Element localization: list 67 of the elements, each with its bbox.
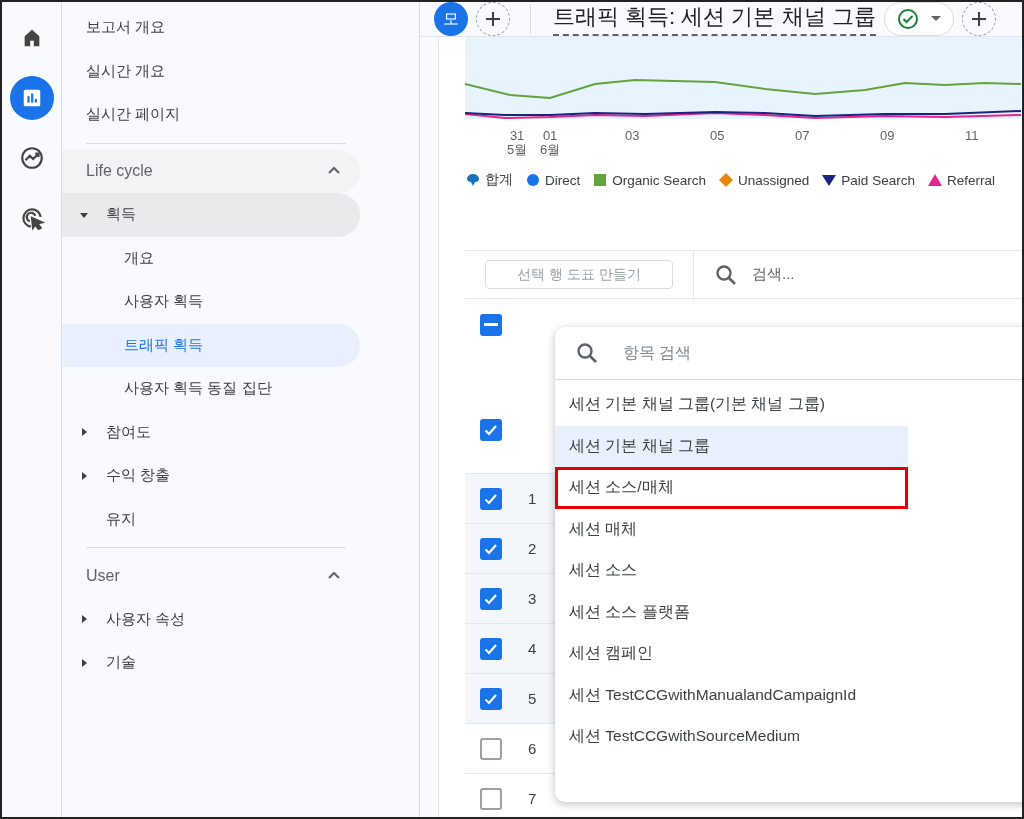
row-number: 7: [528, 790, 537, 807]
axis-tick-label: 05: [710, 129, 725, 143]
row-number: 4: [528, 640, 537, 657]
search-icon: [714, 262, 738, 287]
checkbox[interactable]: [480, 587, 502, 610]
nav-item[interactable]: 사용자 획득: [62, 280, 360, 324]
menu-item[interactable]: 세션 기본 채널 그룹: [555, 425, 908, 467]
nav-item[interactable]: 참여도: [62, 410, 360, 454]
nav-item[interactable]: 기술: [62, 641, 360, 685]
legend-label: 합계: [485, 171, 513, 189]
menu-item[interactable]: 세션 캠페인: [555, 633, 908, 675]
menu-item[interactable]: 세션 소스/매체: [555, 467, 908, 509]
section-header[interactable]: User: [62, 554, 360, 598]
section-header[interactable]: Life cycle: [62, 149, 360, 193]
nav-item[interactable]: 유지: [62, 497, 360, 541]
menu-item[interactable]: 세션 매체: [555, 508, 908, 550]
nav-item[interactable]: 실시간 페이지: [62, 93, 360, 137]
reports-icon[interactable]: [9, 76, 54, 120]
search-field[interactable]: 항목 검색: [621, 343, 921, 363]
plus-icon: [969, 10, 988, 28]
search-icon: [575, 341, 599, 365]
nav-item[interactable]: 획득: [62, 193, 360, 237]
nav-item[interactable]: 실시간 개요: [62, 49, 360, 93]
legend-label: Direct: [545, 172, 581, 188]
axis-tick-label: 11: [965, 129, 979, 143]
row-number: 5: [528, 690, 537, 707]
menu-item[interactable]: 세션 소스: [555, 550, 908, 592]
nav-item[interactable]: 사용자 속성: [62, 597, 360, 641]
legend-label: Organic Search: [612, 172, 707, 188]
axis-tick-label: 31: [508, 129, 526, 143]
nav-item[interactable]: 수익 창출: [62, 454, 360, 498]
checkbox[interactable]: [480, 637, 502, 660]
axis-tick-label: 5월: [507, 143, 528, 157]
row-number: 2: [528, 540, 537, 557]
plus-icon: [484, 10, 502, 28]
status-dropdown[interactable]: [883, 2, 954, 36]
checkbox[interactable]: [480, 737, 502, 760]
menu-item[interactable]: 세션 소스 플랫폼: [555, 591, 908, 633]
checkbox[interactable]: [480, 687, 502, 710]
menu-item[interactable]: 세션 TestCCGwithManualandCampaignId: [555, 674, 908, 716]
nav-item[interactable]: 사용자 획득 동질 집단: [62, 367, 360, 411]
caret-icon: [930, 16, 941, 22]
menu-item[interactable]: 세션 TestCCGwithSourceMedium: [555, 716, 908, 758]
row-number: 3: [528, 590, 537, 607]
checkbox[interactable]: [480, 537, 502, 560]
check-circle-icon: [896, 8, 919, 30]
row-number: 6: [528, 740, 537, 757]
menu-item[interactable]: 세션 기본 채널 그룹(기본 채널 그룹): [555, 384, 908, 426]
legend-label: Referral: [946, 172, 995, 188]
minus-icon: [484, 323, 498, 327]
search-placeholder[interactable]: 검색...: [752, 265, 795, 284]
axis-tick-label: 09: [880, 129, 895, 143]
avatar[interactable]: 모: [434, 2, 468, 36]
nav-item[interactable]: 개요: [62, 236, 360, 280]
legend-label: Paid Search: [841, 172, 915, 188]
nav-item[interactable]: 트래픽 획득: [62, 323, 360, 367]
axis-tick-label: 03: [625, 129, 640, 143]
row-number: 1: [528, 490, 537, 507]
checkbox[interactable]: [480, 419, 502, 441]
checkbox[interactable]: [480, 314, 502, 336]
axis-tick-label: 01: [541, 129, 559, 143]
axis-tick-label: 07: [795, 129, 810, 143]
checkbox[interactable]: [480, 787, 502, 810]
nav-item[interactable]: 보고서 개요: [62, 6, 360, 50]
checkbox[interactable]: [480, 487, 502, 510]
legend-label: Unassigned: [738, 172, 810, 188]
axis-tick-label: 6월: [540, 143, 561, 157]
